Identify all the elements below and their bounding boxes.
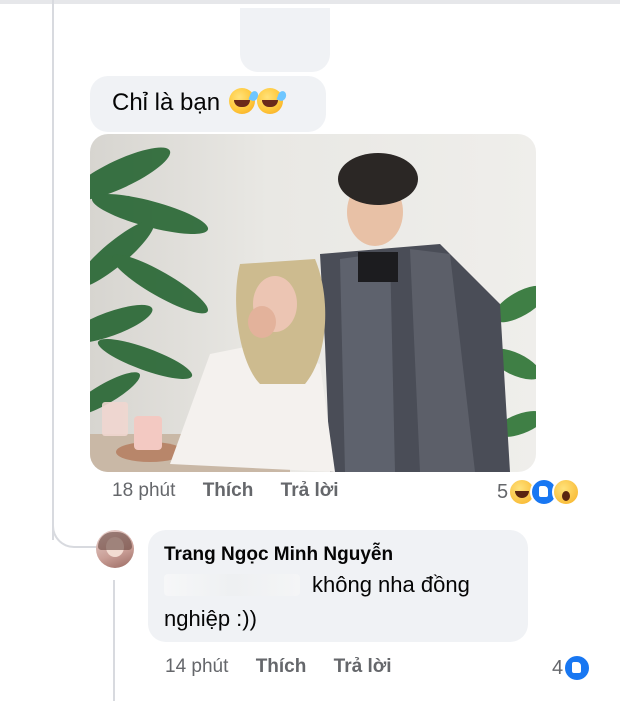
rolling-laughing-emoji-icon	[228, 88, 255, 114]
comment-photo[interactable]	[90, 134, 536, 472]
reply-text-line1: không nha đồng	[312, 572, 470, 597]
reply-bubble: Trang Ngọc Minh Nguyễn không nha đồng ng…	[148, 530, 528, 642]
reply-time[interactable]: 14 phút	[165, 656, 228, 677]
reply-actions: 14 phút Thích Trả lời	[165, 656, 414, 678]
reaction-count: 4	[552, 656, 564, 679]
reply-button[interactable]: Trả lời	[334, 656, 392, 677]
thread-line-reply	[113, 580, 115, 701]
reply-text-line2: nghiệp :))	[164, 606, 257, 631]
like-reaction-icon	[563, 654, 592, 682]
top-divider	[0, 0, 620, 4]
comment-text: Chỉ là bạn	[112, 89, 221, 116]
reply-author[interactable]: Trang Ngọc Minh Nguyễn	[164, 544, 393, 566]
comment-time[interactable]: 18 phút	[112, 480, 175, 501]
couple-photo-illustration	[90, 147, 536, 472]
thread-connector	[52, 500, 100, 548]
reply-reactions[interactable]: 4	[552, 654, 592, 682]
reaction-count: 5	[497, 480, 509, 503]
blurred-mention	[164, 574, 300, 596]
like-button[interactable]: Thích	[203, 480, 254, 501]
like-button[interactable]: Thích	[256, 656, 307, 677]
previous-comment-bubble	[240, 8, 330, 72]
thread-line	[52, 0, 54, 540]
avatar[interactable]	[96, 530, 134, 568]
reply-button[interactable]: Trả lời	[281, 480, 339, 501]
comment-actions: 18 phút Thích Trả lời	[112, 480, 361, 502]
wow-reaction-icon	[552, 478, 581, 506]
rolling-laughing-emoji-icon	[256, 88, 283, 114]
comment-text-row: Chỉ là bạn	[112, 88, 283, 118]
comment-bubble: Chỉ là bạn	[90, 76, 326, 132]
comment-reactions[interactable]: 5	[497, 478, 581, 506]
